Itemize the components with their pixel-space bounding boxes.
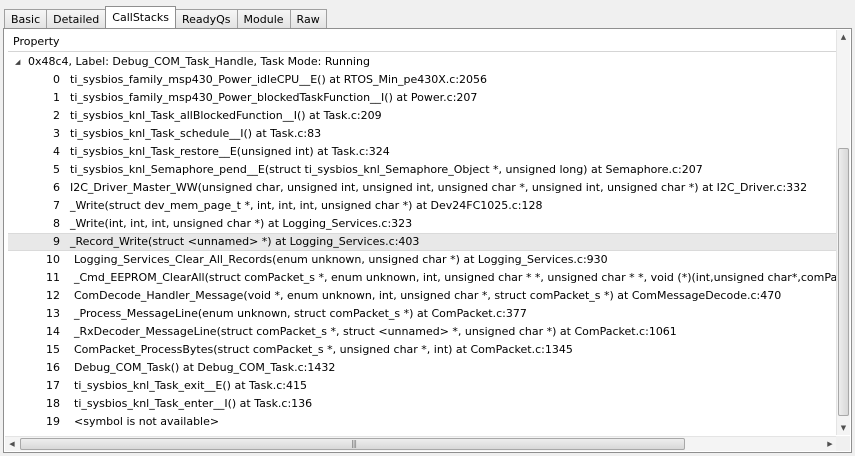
frame-index: 2 — [53, 109, 60, 122]
frame-function: ComDecode_Handler_Message(void *, enum u… — [74, 289, 782, 302]
frame-function: ti_sysbios_knl_Task_enter__I() at Task.c… — [74, 397, 313, 410]
callstack-tree: ◢ 0x48c4, Label: Debug_COM_Task_Handle, … — [8, 53, 840, 433]
tab-module[interactable]: Module — [236, 9, 291, 28]
frame-function: ti_sysbios_knl_Task_exit__E() at Task.c:… — [74, 379, 307, 392]
column-header-property[interactable]: Property — [8, 33, 843, 52]
frame-function: _Process_MessageLine(enum unknown, struc… — [74, 307, 527, 320]
frame-function: ti_sysbios_knl_Task_allBlockedFunction__… — [70, 109, 382, 122]
frame-function: I2C_Driver_Master_WW(unsigned char, unsi… — [70, 181, 808, 194]
tab-bar: Basic Detailed CallStacks ReadyQs Module… — [4, 6, 327, 28]
frame-index: 8 — [53, 217, 60, 230]
frame-index: 0 — [53, 73, 60, 86]
frame-index: 14 — [46, 325, 60, 338]
scroll-corner — [836, 436, 850, 451]
stack-frame-row[interactable]: 5 ti_sysbios_knl_Semaphore_pend__E(struct… — [8, 161, 840, 179]
stack-frame-row[interactable]: 8 _Write(int, int, int, unsigned char *) … — [8, 215, 840, 233]
frame-function: _Cmd_EEPROM_ClearAll(struct comPacket_s … — [74, 271, 840, 284]
column-header-label: Property — [13, 35, 60, 48]
frame-function: _Write(struct dev_mem_page_t *, int, int… — [70, 199, 543, 212]
stack-frame-row[interactable]: 11 _Cmd_EEPROM_ClearAll(struct comPacket_… — [8, 269, 840, 287]
frame-index: 11 — [46, 271, 60, 284]
callstacks-view-window: Basic Detailed CallStacks ReadyQs Module… — [0, 0, 855, 456]
stack-frame-row[interactable]: 2 ti_sysbios_knl_Task_allBlockedFunction_… — [8, 107, 840, 125]
frame-function: ti_sysbios_knl_Task_schedule__I() at Tas… — [70, 127, 322, 140]
frame-index: 19 — [46, 415, 60, 428]
scroll-up-icon[interactable]: ▲ — [837, 30, 850, 44]
stack-frame-row[interactable]: 6 I2C_Driver_Master_WW(unsigned char, uns… — [8, 179, 840, 197]
frame-function: ComPacket_ProcessBytes(struct comPacket_… — [74, 343, 573, 356]
frame-function: Debug_COM_Task() at Debug_COM_Task.c:143… — [74, 361, 336, 374]
frame-function: ti_sysbios_family_msp430_Power_idleCPU__… — [70, 73, 488, 86]
stack-frame-row[interactable]: 1 ti_sysbios_family_msp430_Power_blockedT… — [8, 89, 840, 107]
stack-frame-row[interactable]: 13 _Process_MessageLine(enum unknown, str… — [8, 305, 840, 323]
scroll-right-icon[interactable]: ▶ — [823, 437, 837, 451]
stack-frame-row[interactable]: 14 _RxDecoder_MessageLine(struct comPacke… — [8, 323, 840, 341]
frame-index: 17 — [46, 379, 60, 392]
frame-function: <symbol is not available> — [74, 415, 220, 428]
stack-frame-row[interactable]: 18 ti_sysbios_knl_Task_enter__I() at Task… — [8, 395, 840, 413]
scroll-grip-icon: ||| — [351, 439, 357, 448]
horizontal-scroll-thumb[interactable]: ||| — [20, 438, 685, 450]
tab-basic[interactable]: Basic — [4, 9, 48, 28]
tab-readyqs[interactable]: ReadyQs — [175, 9, 238, 28]
stack-frame-row[interactable]: 9 _Record_Write(struct <unnamed> *) at Lo… — [8, 233, 840, 251]
tab-callstacks[interactable]: CallStacks — [105, 6, 176, 28]
frame-function: _Write(int, int, int, unsigned char *) a… — [70, 217, 413, 230]
stack-frame-row[interactable]: 7 _Write(struct dev_mem_page_t *, int, in… — [8, 197, 840, 215]
frame-function: ti_sysbios_knl_Task_restore__E(unsigned … — [70, 145, 390, 158]
frame-function: _Record_Write(struct <unnamed> *) at Log… — [70, 235, 420, 248]
task-node-label: 0x48c4, Label: Debug_COM_Task_Handle, Ta… — [28, 55, 370, 68]
frame-index: 12 — [46, 289, 60, 302]
stack-frame-row[interactable]: 16 Debug_COM_Task() at Debug_COM_Task.c:1… — [8, 359, 840, 377]
stack-frame-row[interactable]: 10 Logging_Services_Clear_All_Records(enu… — [8, 251, 840, 269]
frame-index: 3 — [53, 127, 60, 140]
frame-index: 1 — [53, 91, 60, 104]
callstacks-panel: Property ◢ 0x48c4, Label: Debug_COM_Task… — [3, 28, 852, 453]
stack-frame-row[interactable]: 15 ComPacket_ProcessBytes(struct comPacke… — [8, 341, 840, 359]
scroll-left-icon[interactable]: ◀ — [5, 437, 19, 451]
frame-index: 6 — [53, 181, 60, 194]
frame-index: 13 — [46, 307, 60, 320]
frame-index: 16 — [46, 361, 60, 374]
frame-function: ti_sysbios_family_msp430_Power_blockedTa… — [70, 91, 478, 104]
stack-frame-row[interactable]: 4 ti_sysbios_knl_Task_restore__E(unsigned… — [8, 143, 840, 161]
frame-index: 18 — [46, 397, 60, 410]
vertical-scrollbar[interactable]: ▲ ▼ — [836, 30, 850, 435]
frame-function: ti_sysbios_knl_Semaphore_pend__E(struct … — [70, 163, 703, 176]
stack-frame-row[interactable]: 19 <symbol is not available> — [8, 413, 840, 431]
expanded-triangle-icon[interactable]: ◢ — [15, 53, 20, 71]
vertical-scroll-thumb[interactable] — [838, 148, 849, 416]
frame-index: 7 — [53, 199, 60, 212]
frame-index: 15 — [46, 343, 60, 356]
horizontal-scrollbar[interactable]: ◀ ||| ▶ — [5, 436, 837, 451]
tab-detailed[interactable]: Detailed — [46, 9, 107, 28]
frame-index: 4 — [53, 145, 60, 158]
frame-function: Logging_Services_Clear_All_Records(enum … — [74, 253, 608, 266]
tab-raw[interactable]: Raw — [289, 9, 327, 28]
frame-index: 5 — [53, 163, 60, 176]
stack-frame-row[interactable]: 17 ti_sysbios_knl_Task_exit__E() at Task.… — [8, 377, 840, 395]
stack-frame-row[interactable]: 0 ti_sysbios_family_msp430_Power_idleCPU_… — [8, 71, 840, 89]
stack-frame-row[interactable]: 12 ComDecode_Handler_Message(void *, enum… — [8, 287, 840, 305]
task-node[interactable]: ◢ 0x48c4, Label: Debug_COM_Task_Handle, … — [8, 53, 840, 71]
stack-frame-row[interactable]: 3 ti_sysbios_knl_Task_schedule__I() at Ta… — [8, 125, 840, 143]
scroll-down-icon[interactable]: ▼ — [837, 421, 850, 435]
frame-function: _RxDecoder_MessageLine(struct comPacket_… — [74, 325, 677, 338]
frame-index: 10 — [46, 253, 60, 266]
frame-index: 9 — [53, 235, 60, 248]
